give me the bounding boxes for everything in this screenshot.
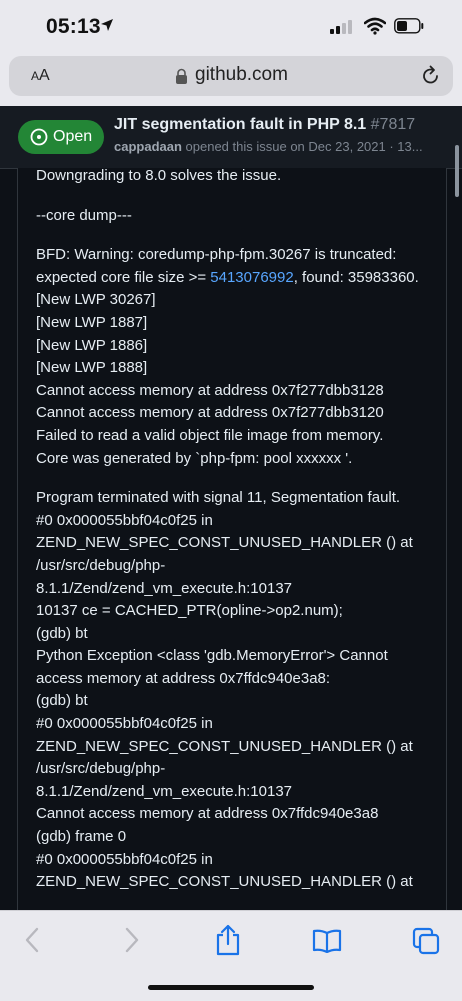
cellular-signal-icon — [330, 20, 352, 34]
comment-line: ZEND_NEW_SPEC_CONST_UNUSED_HANDLER () at — [36, 873, 413, 891]
comment-line: ZEND_NEW_SPEC_CONST_UNUSED_HANDLER () at — [36, 737, 413, 755]
location-arrow-icon — [101, 19, 113, 31]
comment-line: Program terminated with signal 11, Segme… — [36, 489, 401, 507]
status-bar: 05:13 — [0, 0, 462, 54]
browser-url-area: AA github.com — [0, 54, 462, 106]
lock-icon — [176, 68, 187, 84]
comment-line: Cannot access memory at address 0x7f277d… — [36, 404, 384, 422]
scroll-indicator — [455, 145, 459, 197]
issue-state-label: Open — [53, 128, 93, 145]
comment-line: #0 0x000055bbf04c0f25 in — [36, 511, 213, 529]
comment-line: Failed to read a valid object file image… — [36, 426, 384, 444]
comment-paragraph: BFD: Warning: coredump-php-fpm.30267 is … — [36, 246, 419, 286]
reload-icon[interactable] — [421, 65, 441, 87]
comment-line: (gdb) bt — [36, 692, 88, 710]
back-icon[interactable] — [24, 927, 40, 953]
comment-line: Core was generated by `php-fpm: pool xxx… — [36, 449, 353, 467]
comment-line: [New LWP 1887] — [36, 313, 148, 331]
issue-title: JIT segmentation fault in PHP 8.1 #7817 — [114, 116, 416, 133]
comment-paragraph: --core dump--- — [36, 206, 132, 224]
comment-text: Downgrading to 8.0 solves the issue. --c… — [36, 168, 436, 894]
comment-body: Downgrading to 8.0 solves the issue. --c… — [17, 168, 447, 929]
url-domain[interactable]: github.com — [195, 64, 288, 86]
comment-line: ZEND_NEW_SPEC_CONST_UNUSED_HANDLER () at — [36, 534, 413, 552]
issue-number: #7817 — [370, 116, 416, 133]
comment-line: 8.1.1/Zend/zend_vm_execute.h:10137 — [36, 579, 293, 597]
comment-line: #0 0x000055bbf04c0f25 in — [36, 850, 213, 868]
share-icon[interactable] — [215, 924, 241, 956]
wifi-icon — [364, 17, 386, 35]
comment-paragraph: Downgrading to 8.0 solves the issue. — [36, 168, 282, 184]
address-bar[interactable]: AA github.com — [9, 56, 453, 96]
forward-icon[interactable] — [124, 927, 140, 953]
comment-line: Cannot access memory at address 0x7ffdc9… — [36, 805, 379, 823]
comment-line: Python Exception <class 'gdb.MemoryError… — [36, 647, 388, 665]
comment-line: [New LWP 1888] — [36, 359, 148, 377]
comment-line: (gdb) bt — [36, 624, 88, 642]
comment-line: Cannot access memory at address 0x7f277d… — [36, 381, 384, 399]
home-indicator — [148, 985, 314, 990]
issue-author-link[interactable]: cappadaan — [114, 139, 182, 154]
issue-sticky-header: Open JIT segmentation fault in PHP 8.1 #… — [0, 106, 462, 169]
issue-opened-icon — [30, 128, 48, 146]
comment-line: #0 0x000055bbf04c0f25 in — [36, 715, 213, 733]
comment-line: /usr/src/debug/php- — [36, 556, 166, 574]
battery-icon — [394, 18, 424, 34]
comment-line: [New LWP 30267] — [36, 291, 156, 309]
comment-line: access memory at address 0x7ffdc940e3a8: — [36, 669, 331, 687]
comment-line: (gdb) frame 0 — [36, 828, 127, 846]
size-link[interactable]: 5413076992 — [210, 269, 293, 286]
gdb-lines: Program terminated with signal 11, Segme… — [36, 487, 436, 894]
text-size-button[interactable]: AA — [31, 67, 50, 85]
comment-line: 10137 ce = CACHED_PTR(opline->op2.num); — [36, 602, 343, 620]
issue-meta: cappadaan opened this issue on Dec 23, 2… — [114, 139, 423, 154]
tabs-icon[interactable] — [412, 927, 440, 955]
comment-line: /usr/src/debug/php- — [36, 760, 166, 778]
status-time: 05:13 — [46, 15, 101, 38]
comment-line: [New LWP 1886] — [36, 336, 148, 354]
bookmarks-icon[interactable] — [312, 929, 342, 953]
comment-line: 8.1.1/Zend/zend_vm_execute.h:10137 — [36, 782, 293, 800]
dump-lines: [New LWP 30267] [New LWP 1887] [New LWP 18… — [36, 289, 436, 470]
issue-state-badge: Open — [18, 120, 104, 154]
